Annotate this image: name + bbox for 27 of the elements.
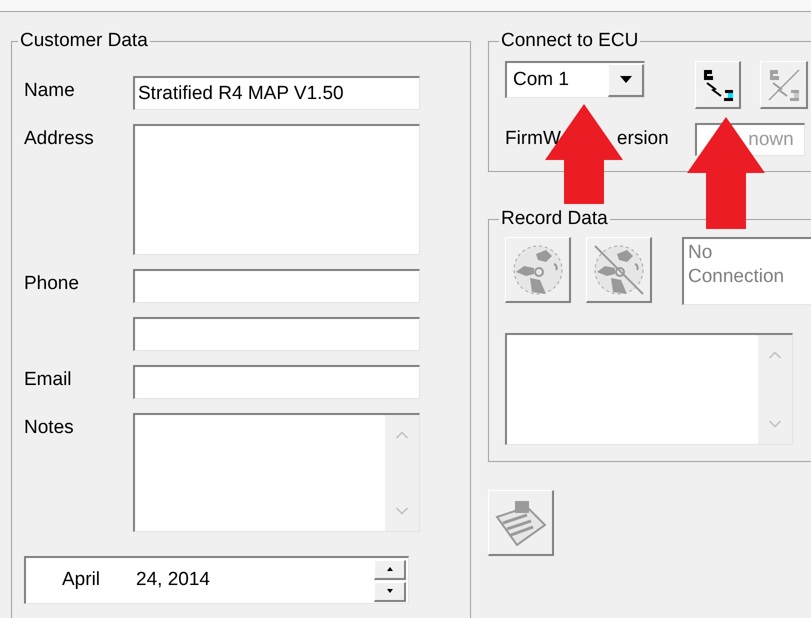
field-label: Address xyxy=(24,128,94,149)
input-field[interactable] xyxy=(133,365,420,399)
connect-button[interactable] xyxy=(695,61,741,109)
group-title: Record Data xyxy=(500,208,609,230)
date-month: April xyxy=(62,568,100,592)
spin-up-button[interactable] xyxy=(374,560,406,580)
input-field[interactable]: Stratified R4 MAP V1.50 xyxy=(133,76,420,110)
field-label: Name xyxy=(24,80,75,101)
field-label: Phone xyxy=(24,273,79,294)
group-title: Connect to ECU xyxy=(500,30,640,52)
group-title: Customer Data xyxy=(19,30,149,52)
spin-down-button[interactable] xyxy=(374,582,406,602)
firmware-label: FirmW xyxy=(505,127,561,152)
text-area[interactable] xyxy=(133,124,420,255)
connect-icon xyxy=(766,68,800,102)
firmware-label: ersion xyxy=(616,127,669,152)
field-label: Notes xyxy=(24,417,74,438)
date-day-year: 24, 2014 xyxy=(136,568,211,592)
status-box: No Connection xyxy=(682,237,811,305)
date-field[interactable]: April 24, 2014 xyxy=(24,556,409,604)
input-field[interactable] xyxy=(133,317,420,351)
dropdown-caret-icon xyxy=(620,76,632,83)
down-arrow-icon xyxy=(386,589,392,593)
field-label: Email xyxy=(24,369,72,390)
input-field[interactable] xyxy=(133,269,420,303)
port-dropdown[interactable]: Com 1 xyxy=(505,61,645,98)
up-arrow-icon xyxy=(386,567,392,571)
